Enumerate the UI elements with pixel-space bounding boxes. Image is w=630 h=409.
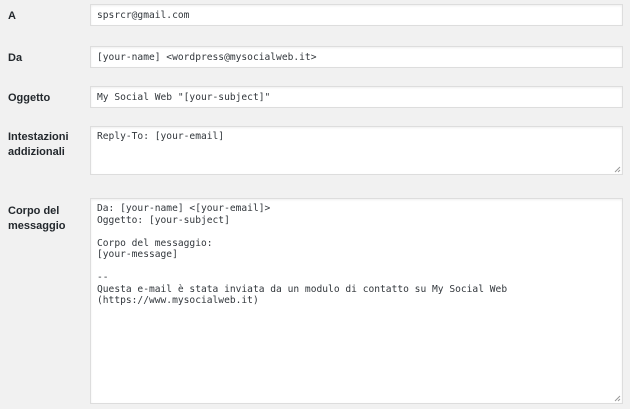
from-input[interactable] xyxy=(90,46,623,68)
headers-textarea[interactable]: Reply-To: [your-email] xyxy=(90,126,623,175)
subject-input[interactable] xyxy=(90,86,623,108)
body-label: Corpo del messaggio xyxy=(8,205,66,232)
resize-grip-icon[interactable] xyxy=(614,166,621,173)
body-textarea[interactable]: Da: [your-name] <[your-email]> Oggetto: … xyxy=(90,198,623,404)
subject-label: Oggetto xyxy=(8,92,51,104)
to-label: A xyxy=(8,10,16,22)
mail-settings-form: A Da Oggetto Intestazioni addizionali Re… xyxy=(0,0,630,409)
from-label: Da xyxy=(8,52,23,64)
to-input[interactable] xyxy=(90,4,623,26)
resize-grip-icon[interactable] xyxy=(614,395,621,402)
headers-label: Intestazioni addizionali xyxy=(8,131,69,158)
